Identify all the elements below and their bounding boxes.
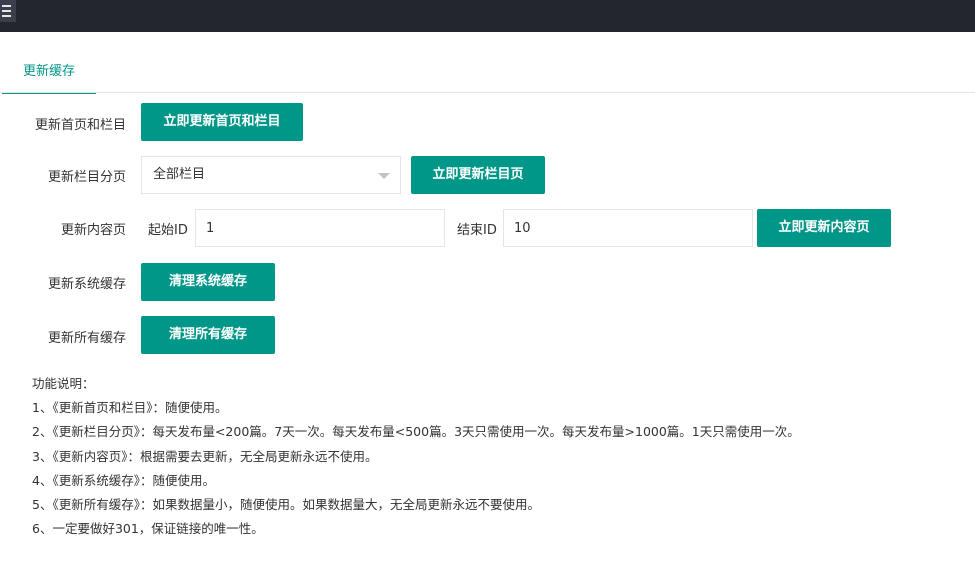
tab-divider: [0, 92, 975, 93]
notes-item: 4、《更新系统缓存》：随便使用。: [32, 472, 215, 488]
top-navbar: [0, 0, 975, 32]
start-id-label: 起始ID: [148, 223, 188, 238]
label-update-home: 更新首页和栏目: [34, 118, 126, 133]
update-content-button[interactable]: 立即更新内容页: [757, 209, 891, 247]
start-id-input[interactable]: [195, 209, 445, 247]
update-category-button[interactable]: 立即更新栏目页: [411, 156, 545, 194]
notes-item: 1、《更新首页和栏目》：随便使用。: [32, 400, 228, 416]
label-update-all: 更新所有缓存: [47, 331, 126, 346]
hamburger-icon[interactable]: [0, 0, 16, 22]
notes-title: 功能说明：: [32, 376, 95, 391]
clear-all-cache-button[interactable]: 清理所有缓存: [141, 316, 275, 354]
function-notes: 功能说明： 1、《更新首页和栏目》：随便使用。 2、《更新栏目分页》：每天发布量…: [32, 372, 800, 541]
category-select[interactable]: 全部栏目: [141, 156, 401, 194]
label-update-category: 更新栏目分页: [47, 170, 126, 185]
notes-item: 5、《更新所有缓存》：如果数据量小，随便使用。如果数据量大，无全局更新永远不要使…: [32, 497, 540, 513]
notes-item: 6、一定要做好301，保证链接的唯一性。: [32, 521, 264, 537]
label-update-system: 更新系统缓存: [47, 277, 126, 292]
notes-item: 2、《更新栏目分页》：每天发布量<200篇。7天一次。每天发布量<500篇。3天…: [32, 424, 800, 440]
tab-update-cache[interactable]: 更新缓存: [2, 56, 96, 94]
update-home-button[interactable]: 立即更新首页和栏目: [141, 103, 303, 141]
label-update-content: 更新内容页: [60, 223, 126, 238]
notes-item: 3、《更新内容页》：根据需要去更新，无全局更新永远不使用。: [32, 448, 378, 464]
end-id-label: 结束ID: [457, 223, 497, 238]
chevron-down-icon: [378, 173, 390, 179]
end-id-input[interactable]: [503, 209, 753, 247]
clear-system-cache-button[interactable]: 清理系统缓存: [141, 263, 275, 301]
category-select-value: 全部栏目: [153, 167, 206, 182]
